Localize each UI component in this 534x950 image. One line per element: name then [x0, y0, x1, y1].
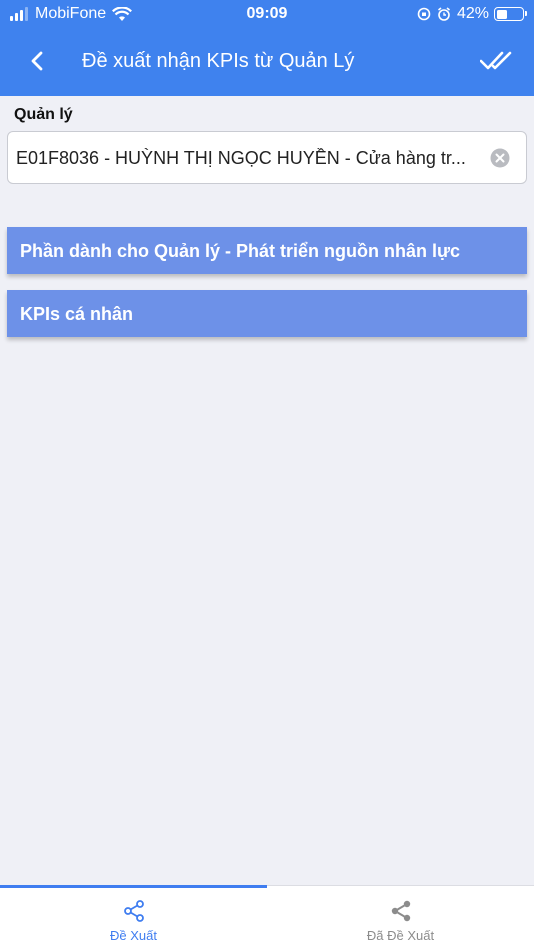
tab-de-xuat[interactable]: Đề Xuất: [0, 886, 267, 950]
app-header: MobiFone 09:09 42% Đề xuất nhận KPIs từ …: [0, 0, 534, 96]
battery-fill: [496, 9, 507, 19]
tab-da-de-xuat[interactable]: Đã Đề Xuất: [267, 886, 534, 950]
confirm-button[interactable]: [478, 44, 514, 78]
share-icon: [124, 900, 144, 922]
section-manager-hr[interactable]: Phần dành cho Quản lý - Phát triển nguồn…: [7, 227, 527, 274]
clear-circle-icon: [490, 148, 510, 168]
tab-label: Đã Đề Xuất: [366, 928, 435, 943]
bottom-tab-bar: Đề Xuất Đã Đề Xuất: [0, 885, 534, 950]
status-right: 42%: [417, 5, 527, 23]
page-title: Đề xuất nhận KPIs từ Quản Lý: [82, 50, 355, 72]
section-label: Phần dành cho Quản lý - Phát triển nguồn…: [20, 241, 461, 261]
battery-icon: [494, 7, 527, 21]
alarm-icon: [437, 7, 451, 21]
battery-percent: 42%: [456, 5, 489, 22]
double-check-icon: [480, 51, 512, 70]
rotation-lock-icon: [417, 7, 431, 21]
manager-label: Quản lý: [14, 106, 73, 123]
tab-label: Đề Xuất: [110, 928, 157, 943]
chevron-left-icon: [31, 51, 43, 71]
section-label: KPIs cá nhân: [20, 304, 134, 324]
section-personal-kpis[interactable]: KPIs cá nhân: [7, 290, 527, 337]
share-icon: [391, 900, 411, 922]
status-bar: MobiFone 09:09 42%: [0, 0, 534, 28]
manager-value: E01F8036 - HUỲNH THỊ NGỌC HUYỀN - Cửa hà…: [16, 148, 466, 168]
clear-button[interactable]: [490, 148, 510, 168]
back-button[interactable]: [22, 44, 52, 78]
manager-select-field[interactable]: E01F8036 - HUỲNH THỊ NGỌC HUYỀN - Cửa hà…: [7, 131, 527, 184]
